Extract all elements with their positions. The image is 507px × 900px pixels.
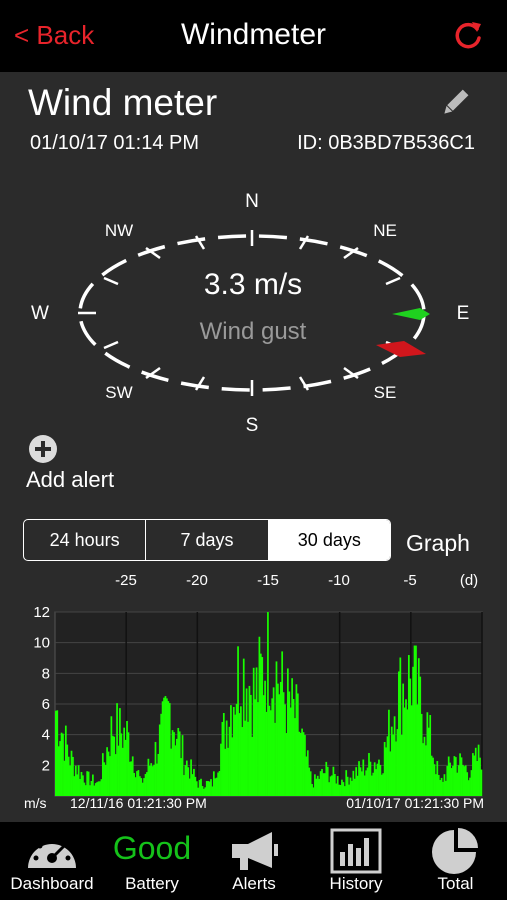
tab-dashboard[interactable]: Dashboard xyxy=(0,822,104,900)
tab-alerts-label: Alerts xyxy=(232,874,276,893)
bar-chart-icon xyxy=(330,828,382,874)
chart-y-tick: 8 xyxy=(42,665,50,682)
compass-label-e: E xyxy=(456,303,470,324)
chart-top-tick: -25 xyxy=(115,572,137,589)
chart-y-tick: 10 xyxy=(33,635,50,652)
wind-history-chart: 12 10 8 6 4 2 m/s 12/11/16 01:21:30 PM 01/10/17 … xyxy=(24,604,484,811)
tab-history[interactable]: History xyxy=(308,822,404,900)
tab-alerts[interactable]: Alerts xyxy=(200,822,308,900)
chart-start-label: 12/11/16 01:21:30 PM xyxy=(70,795,207,811)
compass-tick xyxy=(103,340,119,350)
tab-bar: Dashboard Good Battery Alerts History To… xyxy=(0,822,507,900)
chart-y-unit: m/s xyxy=(24,795,47,811)
compass-tick xyxy=(103,276,119,286)
range-30-days[interactable]: 30 days xyxy=(268,520,390,560)
battery-status: Good xyxy=(112,830,192,866)
tab-battery-label: Battery xyxy=(125,874,179,893)
wind-speed-caption: Wind gust xyxy=(199,318,307,345)
chart-y-tick: 12 xyxy=(33,604,50,621)
tab-total[interactable]: Total xyxy=(404,822,507,900)
compass-label-nw: NW xyxy=(104,221,134,240)
tab-total-label: Total xyxy=(437,874,474,893)
compass-tick xyxy=(385,276,401,286)
compass-label-sw: SW xyxy=(105,383,133,402)
megaphone-icon xyxy=(232,832,278,870)
chart-bar xyxy=(480,769,483,796)
tab-battery[interactable]: Good Battery xyxy=(104,822,200,900)
chart-top-tick: (d) xyxy=(459,572,479,589)
compass-label-ne: NE xyxy=(373,221,397,240)
chart-top-tick: -20 xyxy=(186,572,208,589)
graph-button[interactable]: Graph xyxy=(406,530,470,557)
add-alert-icon[interactable] xyxy=(28,434,58,464)
chart-top-tick: -10 xyxy=(328,572,350,589)
range-7-days[interactable]: 7 days xyxy=(146,520,269,560)
tab-history-label: History xyxy=(329,874,383,893)
gauge-icon xyxy=(28,837,76,868)
range-selector: 24 hours 7 days 30 days xyxy=(23,519,391,561)
wind-speed-value: 3.3 m/s xyxy=(203,268,303,301)
compass-label-w: W xyxy=(31,303,49,324)
compass-label-n: N xyxy=(245,191,259,212)
chart-y-tick: 4 xyxy=(42,727,50,744)
gust-direction-needle xyxy=(376,341,426,357)
compass-dial xyxy=(78,230,430,396)
add-alert-button[interactable]: Add alert xyxy=(26,467,114,493)
chart-y-tick: 6 xyxy=(42,696,50,713)
tab-dashboard-label: Dashboard xyxy=(10,874,94,893)
chart-top-tick: -5 xyxy=(403,572,417,589)
compass-label-se: SE xyxy=(373,383,397,402)
range-24-hours[interactable]: 24 hours xyxy=(24,520,147,560)
pie-chart-icon xyxy=(431,828,478,874)
chart-y-tick: 2 xyxy=(42,757,50,774)
compass-label-s: S xyxy=(245,415,259,436)
chart-top-tick: -15 xyxy=(257,572,279,589)
chart-end-label: 01/10/17 01:21:30 PM xyxy=(346,795,484,811)
